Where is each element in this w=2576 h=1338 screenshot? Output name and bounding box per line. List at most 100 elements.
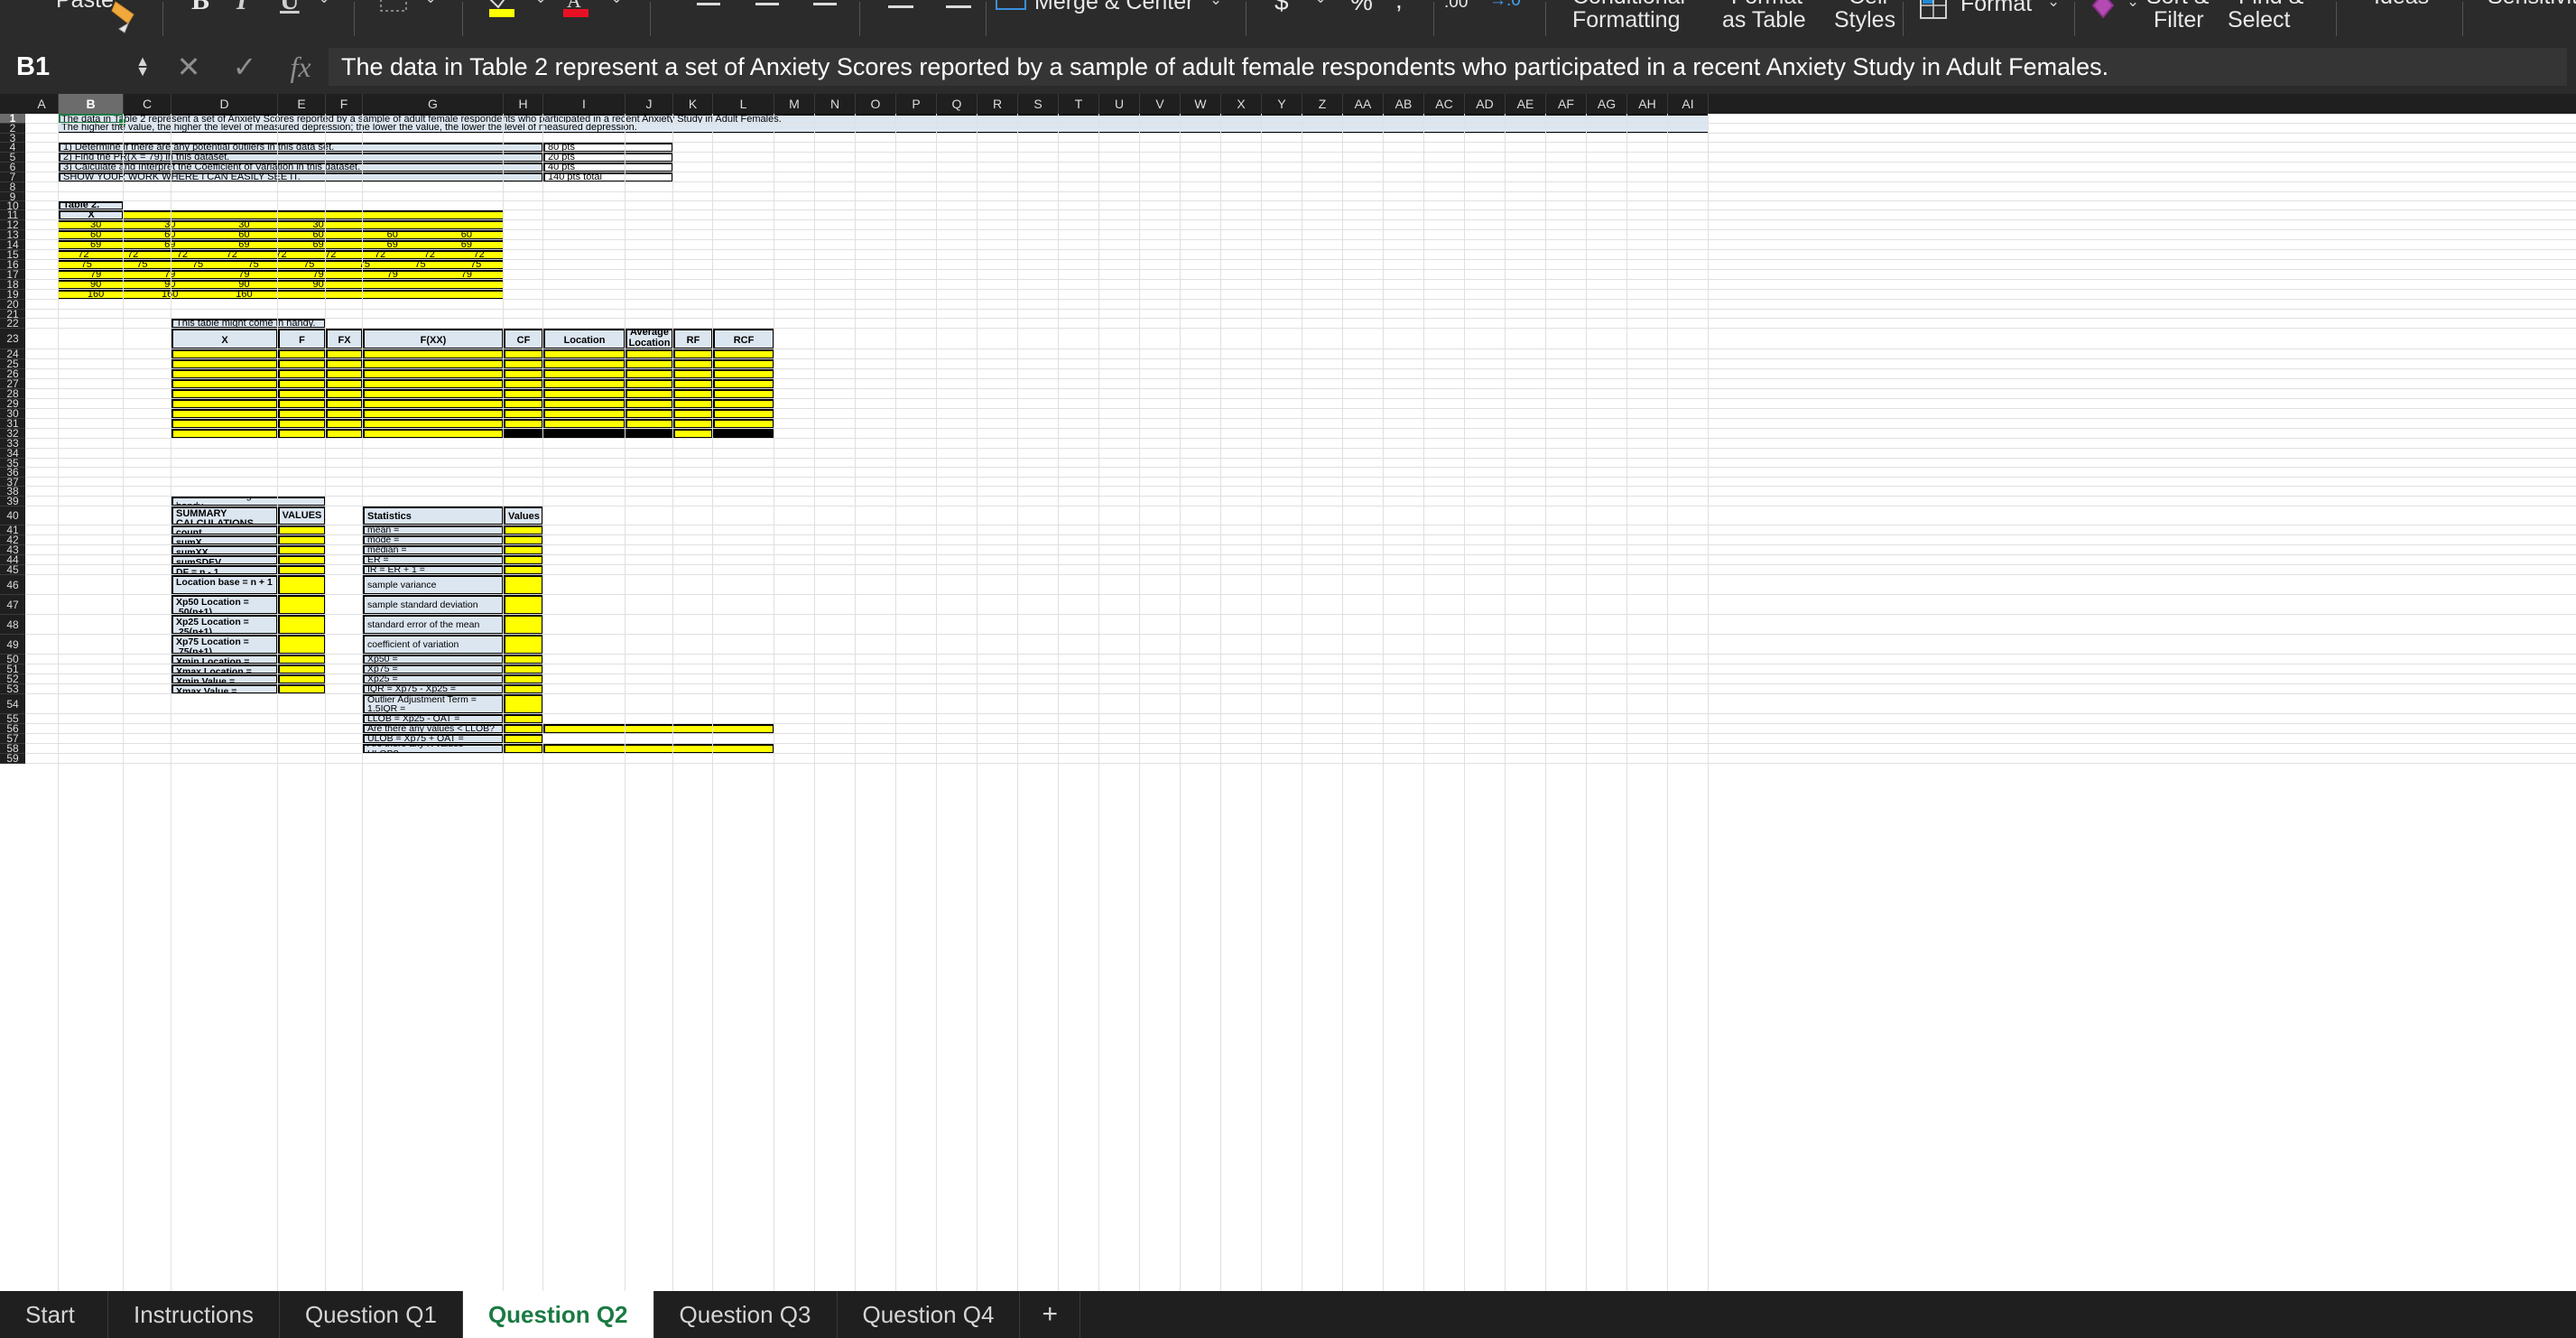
column-header-S[interactable]: S bbox=[1018, 94, 1059, 114]
fill-color-chevron-down-icon[interactable]: ⌄ bbox=[534, 0, 547, 7]
column-header-D[interactable]: D bbox=[171, 94, 278, 114]
decrease-decimal-button[interactable]: →.0 bbox=[1489, 0, 1521, 11]
freq-header-f[interactable]: F bbox=[278, 329, 326, 350]
row-header-22[interactable]: 22 bbox=[0, 318, 25, 330]
column-header-T[interactable]: T bbox=[1059, 94, 1099, 114]
freq-header-rf[interactable]: RF bbox=[673, 329, 713, 350]
column-header-AC[interactable]: AC bbox=[1424, 94, 1465, 114]
underline-button[interactable]: U bbox=[280, 0, 300, 16]
fill-color-icon[interactable] bbox=[487, 0, 520, 26]
column-header-C[interactable]: C bbox=[124, 94, 171, 114]
format-painter-icon[interactable] bbox=[107, 0, 143, 40]
row-header-49[interactable]: 49 bbox=[0, 635, 25, 655]
column-header-M[interactable]: M bbox=[774, 94, 815, 114]
column-header-W[interactable]: W bbox=[1181, 94, 1221, 114]
column-header-H[interactable]: H bbox=[504, 94, 543, 114]
column-header-B[interactable]: B bbox=[59, 94, 124, 114]
statistics-label[interactable]: standard error of the mean bbox=[363, 615, 504, 635]
row-header-54[interactable]: 54 bbox=[0, 694, 25, 714]
row-header-53[interactable]: 53 bbox=[0, 683, 25, 694]
percent-format-button[interactable]: % bbox=[1350, 0, 1373, 16]
row-header-45[interactable]: 45 bbox=[0, 564, 25, 575]
fx-icon[interactable]: fx bbox=[273, 51, 329, 84]
column-header-O[interactable]: O bbox=[856, 94, 896, 114]
column-header-F[interactable]: F bbox=[326, 94, 363, 114]
column-header-E[interactable]: E bbox=[278, 94, 326, 114]
sort-filter-button[interactable]: Filter bbox=[2154, 7, 2204, 33]
column-header-AI[interactable]: AI bbox=[1668, 94, 1709, 114]
font-color-chevron-down-icon[interactable]: ⌄ bbox=[610, 0, 623, 7]
comma-format-button[interactable]: , bbox=[1395, 0, 1403, 14]
name-box[interactable]: B1 bbox=[16, 52, 125, 82]
column-header-L[interactable]: L bbox=[713, 94, 774, 114]
row-header-39[interactable]: 39 bbox=[0, 496, 25, 506]
spinner-down-icon[interactable]: ▼ bbox=[135, 65, 150, 79]
paste-button[interactable]: Paste bbox=[56, 0, 114, 14]
bold-button[interactable]: B bbox=[191, 0, 209, 16]
merge-center-icon[interactable] bbox=[995, 0, 1029, 24]
decrease-indent-icon[interactable] bbox=[885, 0, 917, 21]
column-header-U[interactable]: U bbox=[1099, 94, 1140, 114]
column-header-AD[interactable]: AD bbox=[1465, 94, 1506, 114]
column-header-J[interactable]: J bbox=[625, 94, 673, 114]
column-header-AF[interactable]: AF bbox=[1546, 94, 1587, 114]
format-cells-icon[interactable] bbox=[1919, 0, 1950, 26]
italic-button[interactable]: I bbox=[236, 0, 247, 16]
currency-format-button[interactable]: $ bbox=[1274, 0, 1289, 16]
sheet-tab-instructions[interactable]: Instructions bbox=[108, 1291, 280, 1338]
sensitivity-button[interactable]: Sensitivity bbox=[2488, 0, 2576, 10]
statistics-value-cell[interactable] bbox=[504, 615, 543, 635]
statistics-label[interactable]: coefficient of variation bbox=[363, 635, 504, 655]
sort-filter-icon[interactable] bbox=[2089, 0, 2119, 26]
column-header-Y[interactable]: Y bbox=[1262, 94, 1302, 114]
row-header-47[interactable]: 47 bbox=[0, 595, 25, 615]
summary-value-cell[interactable] bbox=[278, 615, 326, 635]
sheet-tab-start[interactable]: Start bbox=[0, 1291, 108, 1338]
cancel-icon[interactable]: ✕ bbox=[161, 50, 217, 84]
freq-header-fx[interactable]: FX bbox=[326, 329, 363, 350]
align-left-icon[interactable] bbox=[695, 0, 726, 19]
merge-center-button[interactable]: Merge & Center bbox=[1034, 0, 1193, 15]
row-header-40[interactable]: 40 bbox=[0, 506, 25, 525]
freq-header-f-xx-[interactable]: F(XX) bbox=[363, 329, 504, 350]
format-as-table-button[interactable]: as Table bbox=[1722, 7, 1806, 33]
column-header-X[interactable]: X bbox=[1221, 94, 1262, 114]
summary-value-cell[interactable] bbox=[278, 575, 326, 595]
format-button[interactable]: Format bbox=[1960, 0, 2032, 17]
column-header-AH[interactable]: AH bbox=[1627, 94, 1668, 114]
freq-header-rcf[interactable]: RCF bbox=[713, 329, 774, 350]
statistics-value-cell[interactable] bbox=[504, 575, 543, 595]
borders-icon[interactable] bbox=[379, 0, 410, 19]
sort-filter-chevron-down-icon[interactable]: ⌄ bbox=[2127, 0, 2139, 11]
summary-label[interactable]: Xp75 Location = .75(n+1) bbox=[171, 635, 278, 655]
column-header-A[interactable]: A bbox=[25, 94, 59, 114]
find-select-button[interactable]: Select bbox=[2228, 7, 2290, 33]
underline-chevron-down-icon[interactable]: ⌄ bbox=[318, 0, 330, 7]
merge-center-chevron-down-icon[interactable]: ⌄ bbox=[1209, 0, 1222, 9]
add-sheet-button[interactable]: + bbox=[1020, 1291, 1081, 1338]
column-header-R[interactable]: R bbox=[978, 94, 1018, 114]
column-header-Q[interactable]: Q bbox=[937, 94, 978, 114]
increase-indent-icon[interactable] bbox=[942, 0, 975, 21]
sheet-canvas[interactable]: The data in Table 2 represent a set of A… bbox=[25, 114, 2576, 1291]
sheet-tab-question-q2[interactable]: Question Q2 bbox=[462, 1291, 654, 1338]
column-header-AA[interactable]: AA bbox=[1343, 94, 1384, 114]
increase-decimal-button[interactable]: .00 bbox=[1444, 0, 1468, 13]
column-header-V[interactable]: V bbox=[1140, 94, 1181, 114]
freq-header-location[interactable]: Location bbox=[543, 329, 625, 350]
sheet-tab-question-q1[interactable]: Question Q1 bbox=[280, 1291, 463, 1338]
summary-value-cell[interactable] bbox=[278, 635, 326, 655]
column-header-K[interactable]: K bbox=[673, 94, 713, 114]
column-header-AB[interactable]: AB bbox=[1384, 94, 1424, 114]
column-header-I[interactable]: I bbox=[543, 94, 625, 114]
statistics-value-cell[interactable] bbox=[504, 694, 543, 714]
column-header-N[interactable]: N bbox=[815, 94, 856, 114]
format-chevron-down-icon[interactable]: ⌄ bbox=[2047, 0, 2060, 11]
freq-header-cf[interactable]: CF bbox=[504, 329, 543, 350]
conditional-formatting-button[interactable]: Formatting bbox=[1572, 7, 1680, 33]
formula-input[interactable]: The data in Table 2 represent a set of A… bbox=[329, 48, 2567, 86]
freq-header-average-location[interactable]: Average Location bbox=[625, 329, 673, 350]
confirm-icon[interactable]: ✓ bbox=[217, 50, 273, 84]
statistics-label[interactable]: Outlier Adjustment Term = 1.5IQR = bbox=[363, 694, 504, 714]
statistics-value-cell[interactable] bbox=[504, 595, 543, 615]
